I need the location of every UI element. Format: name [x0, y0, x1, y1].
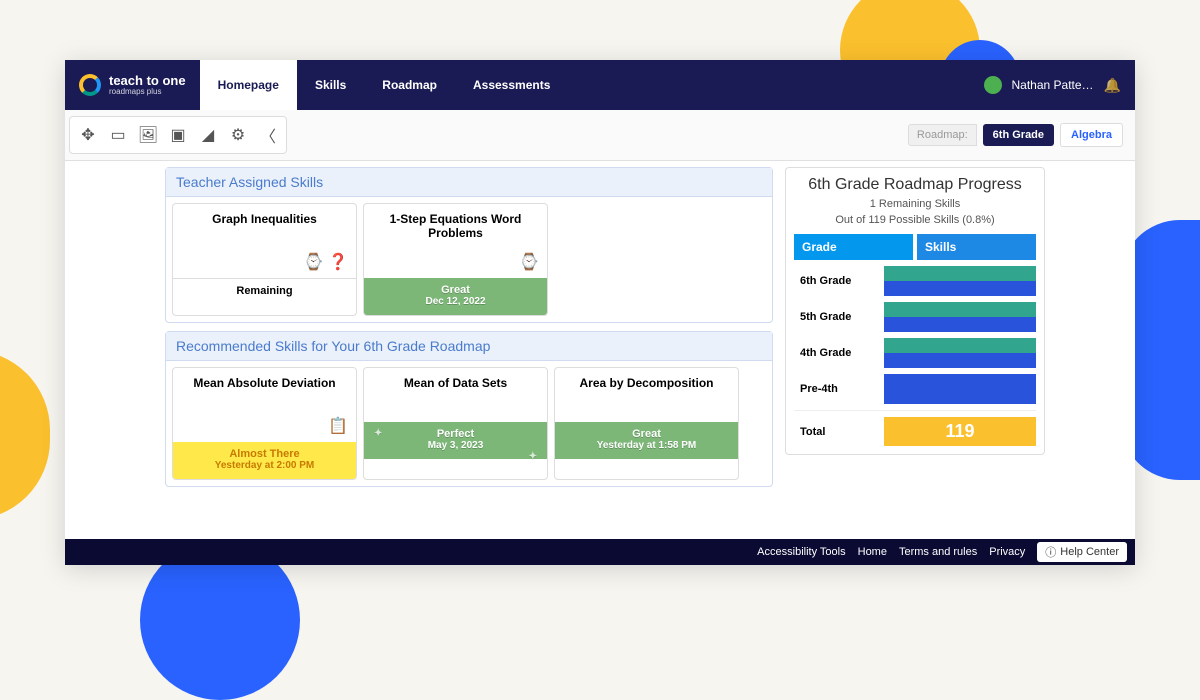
- assigned-section: Teacher Assigned Skills Graph Inequaliti…: [165, 167, 773, 323]
- username[interactable]: Nathan Patte…: [1012, 78, 1094, 92]
- roadmap-6th[interactable]: 6th Grade: [983, 124, 1054, 146]
- progress-remaining: 1 Remaining Skills: [794, 198, 1036, 210]
- tab-roadmap[interactable]: Roadmap: [364, 60, 455, 110]
- progress-row[interactable]: 6th Grade: [794, 266, 1036, 296]
- brand-name: teach to one: [109, 74, 186, 87]
- skill-card[interactable]: 1-Step Equations Word Problems ⌚ GreatDe…: [363, 203, 548, 316]
- progress-row[interactable]: 4th Grade: [794, 338, 1036, 368]
- image-icon[interactable]: 🖼: [134, 121, 162, 149]
- card-date: Dec 12, 2022: [368, 296, 543, 307]
- progress-total: Total 119: [794, 410, 1036, 446]
- brand-sub: roadmaps plus: [109, 87, 186, 96]
- tab-assessments[interactable]: Assessments: [455, 60, 568, 110]
- progress-title: 6th Grade Roadmap Progress: [794, 176, 1036, 194]
- roadmap-label: Roadmap:: [908, 124, 977, 146]
- card-icons: ⌚ ❓: [173, 252, 356, 278]
- roadmap-algebra[interactable]: Algebra: [1060, 123, 1123, 147]
- skill-card[interactable]: Mean Absolute Deviation 📋 Almost ThereYe…: [172, 367, 357, 480]
- card-title: Area by Decomposition: [555, 368, 738, 416]
- card-date: Yesterday at 1:58 PM: [559, 440, 734, 451]
- tab-homepage[interactable]: Homepage: [200, 60, 297, 110]
- toolbar-row: ✥ ▭ 🖼 ▣ ◢ ⚙ 〈 Roadmap: 6th Grade Algebra: [65, 110, 1135, 161]
- footer-accessibility[interactable]: Accessibility Tools: [757, 546, 845, 558]
- total-value: 119: [884, 417, 1036, 446]
- card-icons: ⌚: [364, 252, 547, 278]
- footer-terms[interactable]: Terms and rules: [899, 546, 977, 558]
- roadmap-selector: Roadmap: 6th Grade Algebra: [908, 123, 1131, 147]
- logo-icon: [79, 74, 101, 96]
- assigned-title: Teacher Assigned Skills: [166, 168, 772, 197]
- footer-home[interactable]: Home: [858, 546, 887, 558]
- app-window: teach to one roadmaps plus Homepage Skil…: [65, 60, 1135, 565]
- tab-skills[interactable]: Skills: [297, 60, 364, 110]
- eraser-icon[interactable]: ◢: [194, 121, 222, 149]
- card-title: Graph Inequalities: [173, 204, 356, 252]
- calendar-icon: 📋: [173, 416, 356, 442]
- avatar[interactable]: [984, 76, 1002, 94]
- footer: Accessibility Tools Home Terms and rules…: [65, 539, 1135, 565]
- skill-card[interactable]: Area by Decomposition GreatYesterday at …: [554, 367, 739, 480]
- card-date: Yesterday at 2:00 PM: [177, 460, 352, 471]
- chevron-left-icon[interactable]: 〈: [254, 121, 282, 149]
- toolbar: ✥ ▭ 🖼 ▣ ◢ ⚙ 〈: [69, 116, 287, 154]
- card-title: 1-Step Equations Word Problems: [364, 204, 547, 252]
- move-icon[interactable]: ✥: [74, 121, 102, 149]
- book-icon[interactable]: ▭: [104, 121, 132, 149]
- navbar: teach to one roadmaps plus Homepage Skil…: [65, 60, 1135, 110]
- help-center-button[interactable]: ⓘ Help Center: [1037, 542, 1127, 562]
- recommended-title: Recommended Skills for Your 6th Grade Ro…: [166, 332, 772, 361]
- presentation-icon[interactable]: ▣: [164, 121, 192, 149]
- recommended-section: Recommended Skills for Your 6th Grade Ro…: [165, 331, 773, 487]
- progress-panel: 6th Grade Roadmap Progress 1 Remaining S…: [785, 167, 1045, 455]
- card-status: Great: [441, 284, 470, 296]
- card-status: Almost There: [229, 448, 299, 460]
- skill-card[interactable]: Graph Inequalities ⌚ ❓ Remaining: [172, 203, 357, 316]
- col-grade: Grade: [794, 234, 913, 260]
- progress-row[interactable]: 5th Grade: [794, 302, 1036, 332]
- col-skills: Skills: [917, 234, 1036, 260]
- bell-icon[interactable]: 🔔: [1104, 77, 1121, 94]
- card-date: May 3, 2023: [368, 440, 543, 451]
- gear-icon[interactable]: ⚙: [224, 121, 252, 149]
- card-status: Remaining: [236, 285, 292, 297]
- card-status: Perfect: [437, 428, 474, 440]
- card-title: Mean of Data Sets: [364, 368, 547, 416]
- logo[interactable]: teach to one roadmaps plus: [65, 74, 200, 96]
- card-title: Mean Absolute Deviation: [173, 368, 356, 416]
- skill-card[interactable]: Mean of Data Sets PerfectMay 3, 2023: [363, 367, 548, 480]
- progress-outof: Out of 119 Possible Skills (0.8%): [794, 214, 1036, 226]
- card-status: Great: [632, 428, 661, 440]
- progress-row[interactable]: Pre-4th: [794, 374, 1036, 404]
- footer-privacy[interactable]: Privacy: [989, 546, 1025, 558]
